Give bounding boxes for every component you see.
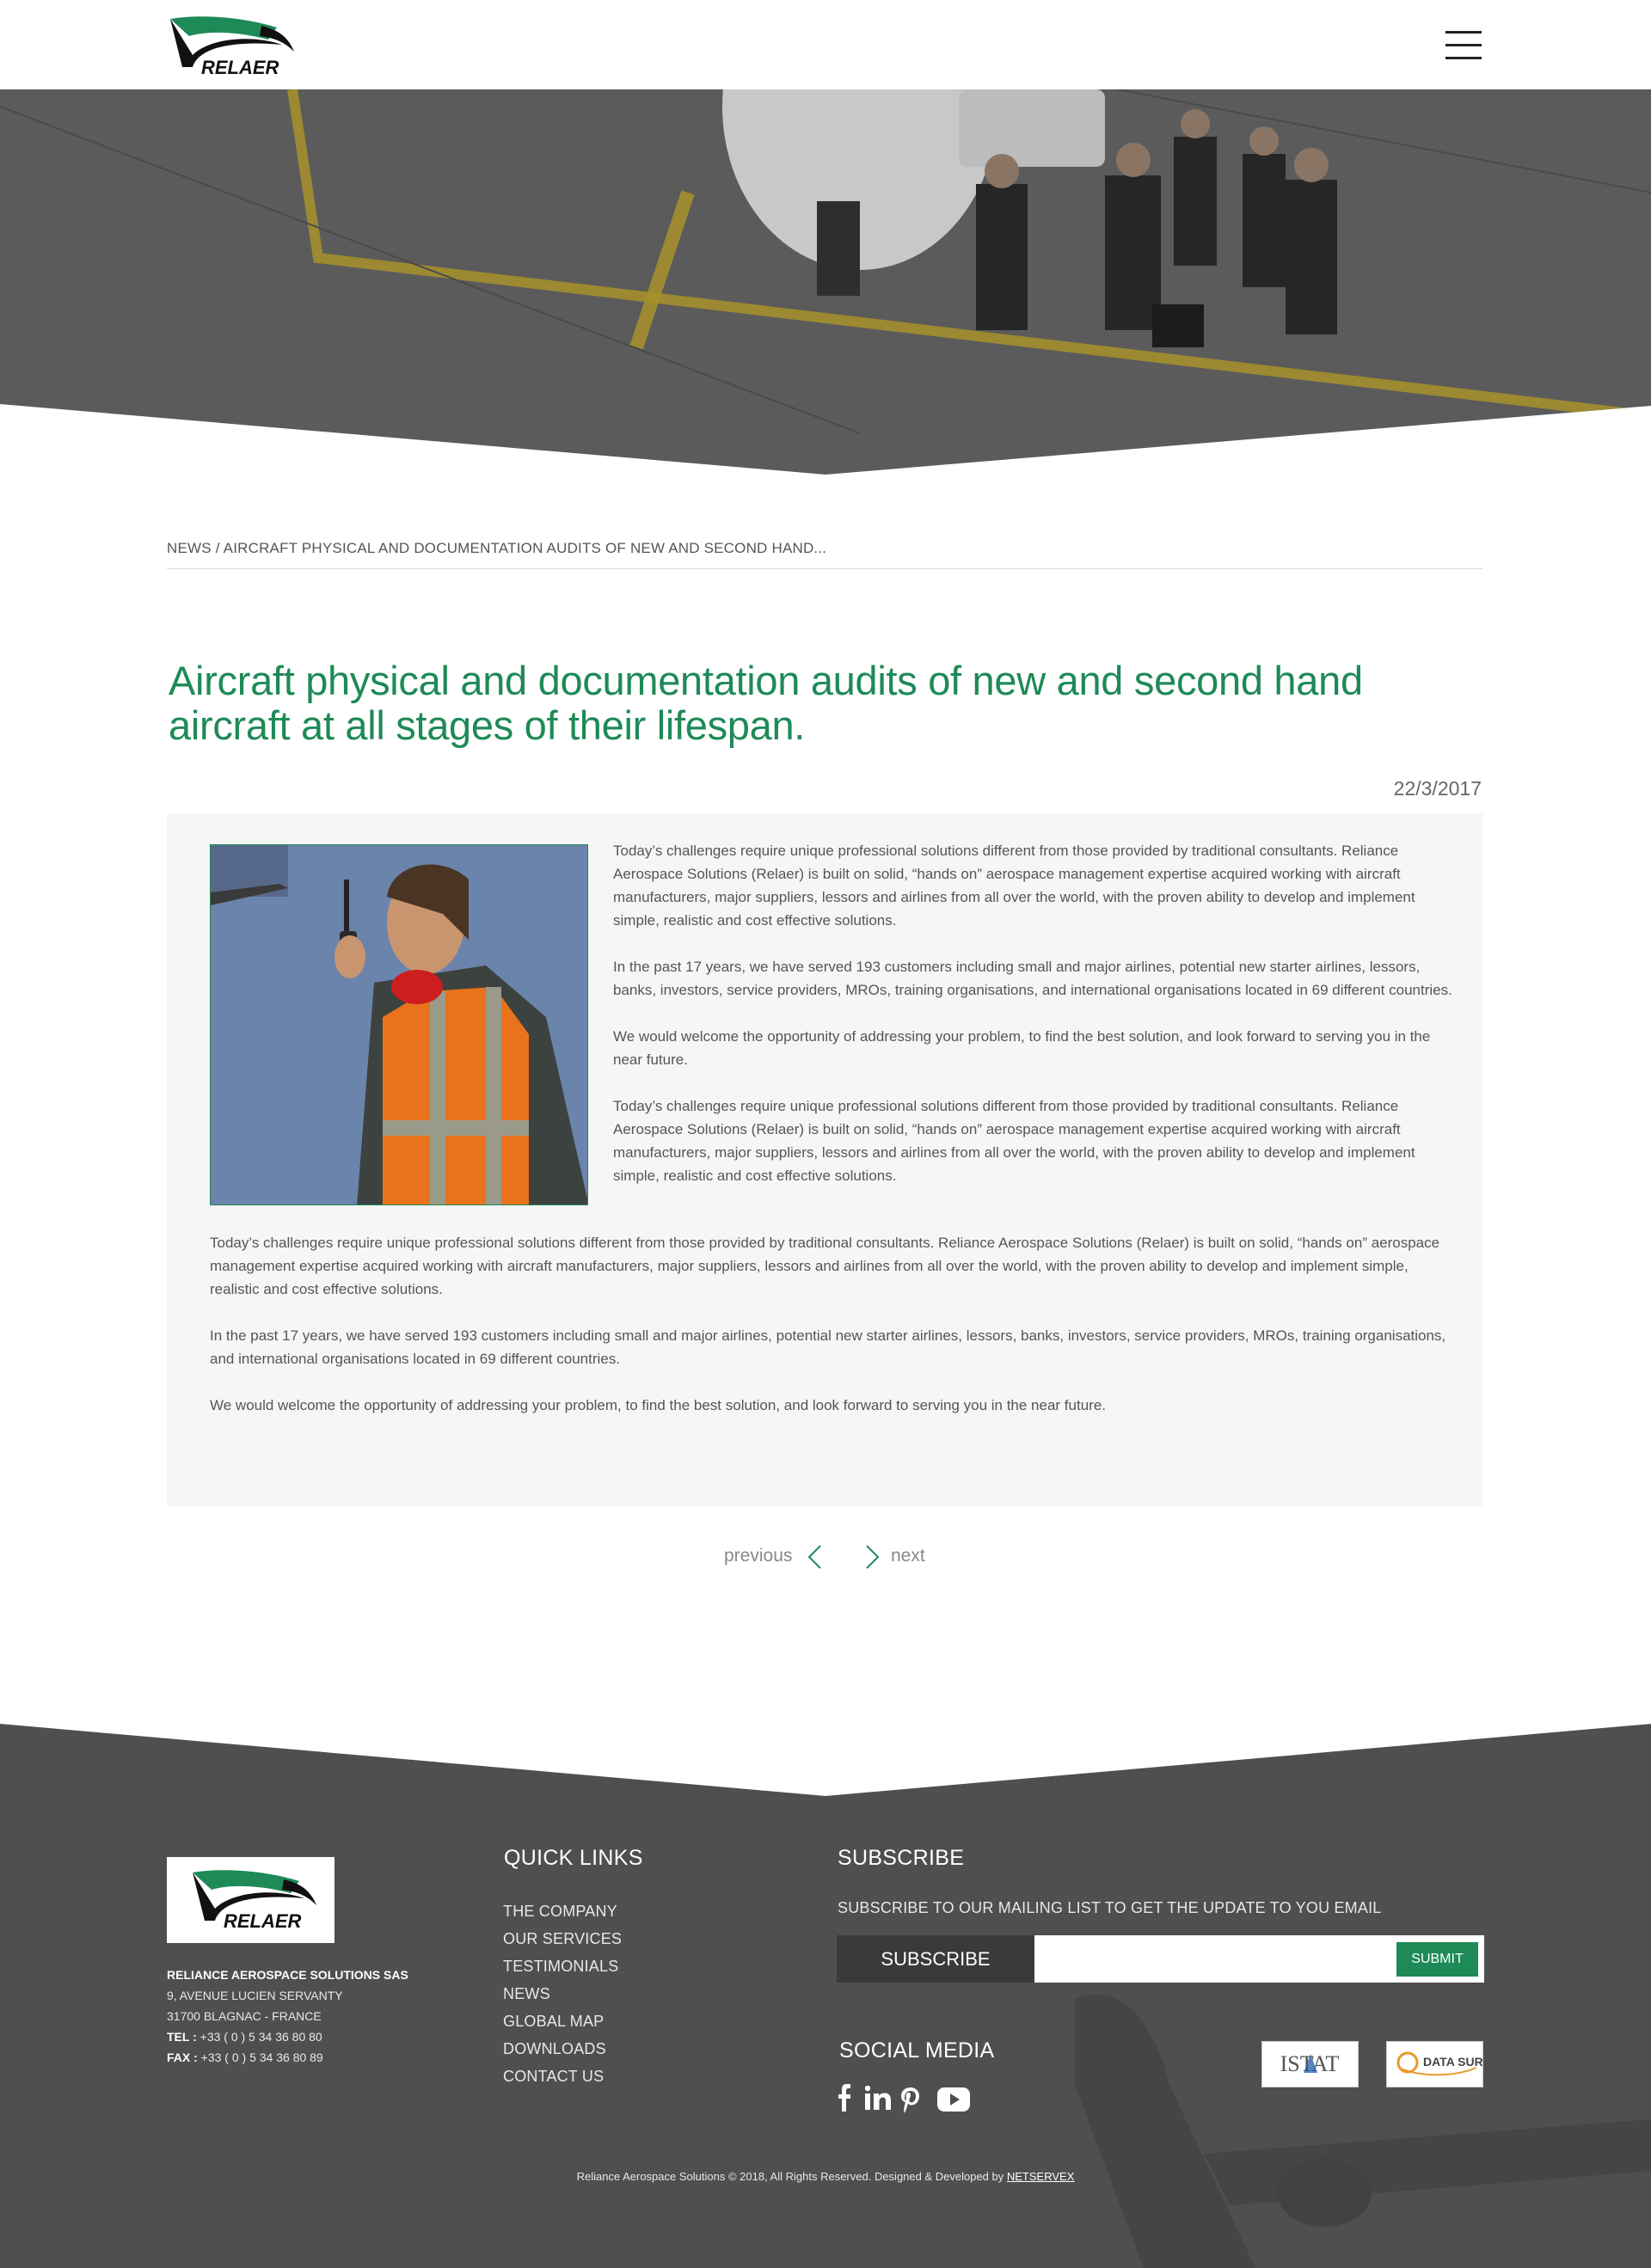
- subscribe-email-input[interactable]: [1036, 1937, 1384, 1981]
- previous-link[interactable]: previous: [724, 1546, 792, 1566]
- linkedin-icon[interactable]: [864, 2085, 891, 2114]
- quick-links-list: THE COMPANY OUR SERVICES TESTIMONIALS NE…: [503, 1897, 622, 2090]
- quick-link-news[interactable]: NEWS: [503, 1980, 622, 2007]
- full-paragraph: We would welcome the opportunity of addr…: [210, 1397, 1106, 1413]
- relaer-logo[interactable]: RELAER: [167, 15, 301, 78]
- article-date: 22/3/2017: [1393, 777, 1482, 800]
- site-header: RELAER: [0, 0, 1651, 89]
- side-paragraph: Today’s challenges require unique profes…: [613, 843, 1415, 929]
- breadcrumb-separator: /: [211, 540, 224, 556]
- quick-link-company[interactable]: THE COMPANY: [503, 1897, 622, 1925]
- fax-label: FAX :: [167, 2050, 201, 2064]
- quick-link-testimonials[interactable]: TESTIMONIALS: [503, 1952, 622, 1980]
- article-pager: previous next: [0, 1539, 1651, 1573]
- full-paragraph: In the past 17 years, we have served 193…: [210, 1327, 1446, 1367]
- quick-link-services[interactable]: OUR SERVICES: [503, 1925, 622, 1952]
- breadcrumb-current: AIRCRAFT PHYSICAL AND DOCUMENTATION AUDI…: [223, 540, 827, 556]
- tel-number[interactable]: +33 ( 0 ) 5 34 36 80 80: [200, 2030, 322, 2044]
- company-address-line: 9, AVENUE LUCIEN SERVANTY: [167, 1989, 343, 2002]
- submit-button[interactable]: SUBMIT: [1396, 1942, 1478, 1977]
- tel-label: TEL :: [167, 2030, 200, 2044]
- datasure-partner-logo[interactable]: DATA SURE: [1386, 2041, 1491, 2087]
- pinterest-icon[interactable]: [901, 2087, 920, 2118]
- istat-partner-logo[interactable]: ISTAT: [1261, 2041, 1359, 2087]
- subscribe-description: SUBSCRIBE TO OUR MAILING LIST TO GET THE…: [838, 1899, 1382, 1916]
- breadcrumb: NEWS / AIRCRAFT PHYSICAL AND DOCUMENTATI…: [167, 540, 1482, 569]
- subscribe-form: SUBSCRIBE SUBMIT: [837, 1935, 1484, 1983]
- subscribe-label: SUBSCRIBE: [837, 1935, 1034, 1983]
- article-full-text: Today’s challenges require unique profes…: [210, 1231, 1448, 1440]
- article-image: [210, 844, 588, 1205]
- company-name: RELIANCE AEROSPACE SOLUTIONS SAS: [167, 1968, 408, 1982]
- site-footer: RELAER RELIANCE AEROSPACE SOLUTIONS SAS …: [0, 1724, 1651, 2268]
- chevron-right-icon[interactable]: [862, 1544, 882, 1570]
- article-title: Aircraft physical and documentation audi…: [169, 658, 1363, 748]
- facebook-icon[interactable]: [838, 2084, 851, 2116]
- copyright-text: Reliance Aerospace Solutions © 2018, All…: [576, 2170, 1007, 2183]
- quick-link-global-map[interactable]: GLOBAL MAP: [503, 2007, 622, 2035]
- quick-links-heading: QUICK LINKS: [504, 1846, 643, 1870]
- footer-company-info: RELIANCE AEROSPACE SOLUTIONS SAS 9, AVEN…: [167, 1965, 425, 2068]
- article-body: Today’s challenges require unique profes…: [167, 813, 1482, 1506]
- quick-link-contact[interactable]: CONTACT US: [503, 2063, 622, 2090]
- svg-text:RELAER: RELAER: [201, 57, 279, 77]
- side-paragraph: In the past 17 years, we have served 193…: [613, 959, 1452, 998]
- fax-number: +33 ( 0 ) 5 34 36 80 89: [200, 2050, 323, 2064]
- full-paragraph: Today’s challenges require unique profes…: [210, 1235, 1440, 1297]
- side-paragraph: Today’s challenges require unique profes…: [613, 1098, 1415, 1184]
- footer-logo[interactable]: RELAER: [167, 1857, 334, 1943]
- developer-link[interactable]: NETSERVEX: [1007, 2170, 1075, 2183]
- quick-link-downloads[interactable]: DOWNLOADS: [503, 2035, 622, 2063]
- svg-text:RELAER: RELAER: [224, 1910, 302, 1932]
- chevron-left-icon[interactable]: [805, 1544, 826, 1570]
- company-address-line: 31700 BLAGNAC - FRANCE: [167, 2009, 322, 2023]
- youtube-icon[interactable]: [937, 2087, 970, 2116]
- next-link[interactable]: next: [891, 1546, 925, 1566]
- hero-banner-image: [0, 89, 1651, 478]
- copyright-notice: Reliance Aerospace Solutions © 2018, All…: [0, 2170, 1651, 2183]
- social-media-heading: SOCIAL MEDIA: [839, 2038, 995, 2063]
- hamburger-menu-icon[interactable]: [1445, 31, 1482, 60]
- subscribe-heading: SUBSCRIBE: [838, 1846, 965, 1870]
- svg-text:DATA SURE: DATA SURE: [1423, 2055, 1482, 2069]
- article-side-text: Today’s challenges require unique profes…: [613, 839, 1460, 1211]
- breadcrumb-news-link[interactable]: NEWS: [167, 540, 212, 556]
- side-paragraph: We would welcome the opportunity of addr…: [613, 1028, 1431, 1068]
